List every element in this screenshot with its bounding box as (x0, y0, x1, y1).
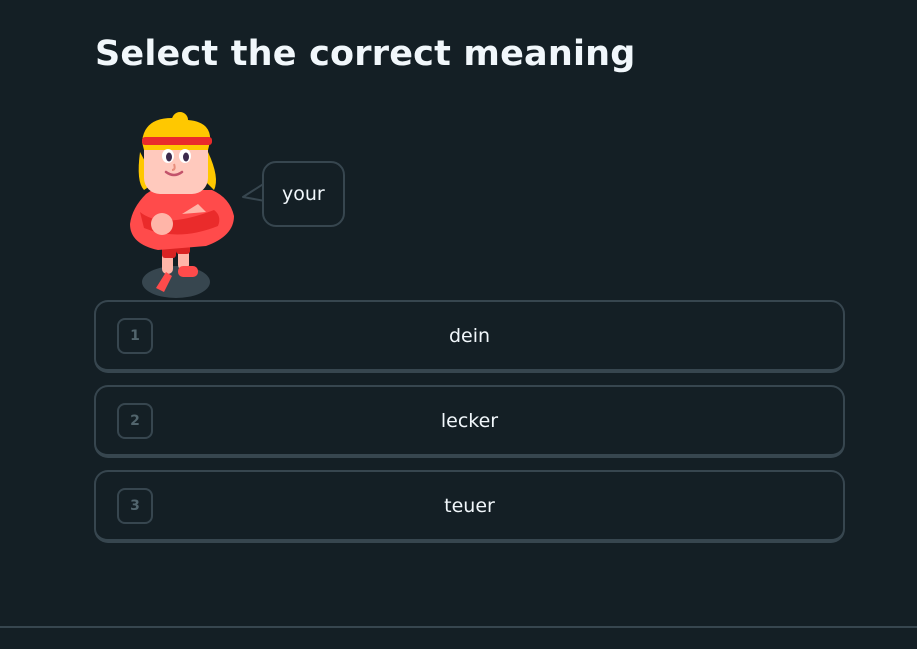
lesson-page: Select the correct meaning your 1 dein 2… (0, 0, 917, 649)
answer-options: 1 dein 2 lecker 3 teuer (94, 300, 845, 555)
option-number-badge: 1 (117, 318, 153, 354)
prompt-word[interactable]: your (282, 183, 325, 205)
option-number-badge: 3 (117, 488, 153, 524)
option-label: lecker (440, 409, 499, 432)
option-button-1[interactable]: 1 dein (94, 300, 845, 373)
option-button-3[interactable]: 3 teuer (94, 470, 845, 543)
option-button-2[interactable]: 2 lecker (94, 385, 845, 458)
footer-divider (0, 626, 917, 628)
character-icon (130, 112, 234, 298)
option-number-badge: 2 (117, 403, 153, 439)
speech-bubble[interactable]: your (262, 161, 345, 227)
page-title: Select the correct meaning (95, 34, 636, 74)
option-label: dein (448, 324, 491, 347)
option-label: teuer (444, 494, 495, 517)
